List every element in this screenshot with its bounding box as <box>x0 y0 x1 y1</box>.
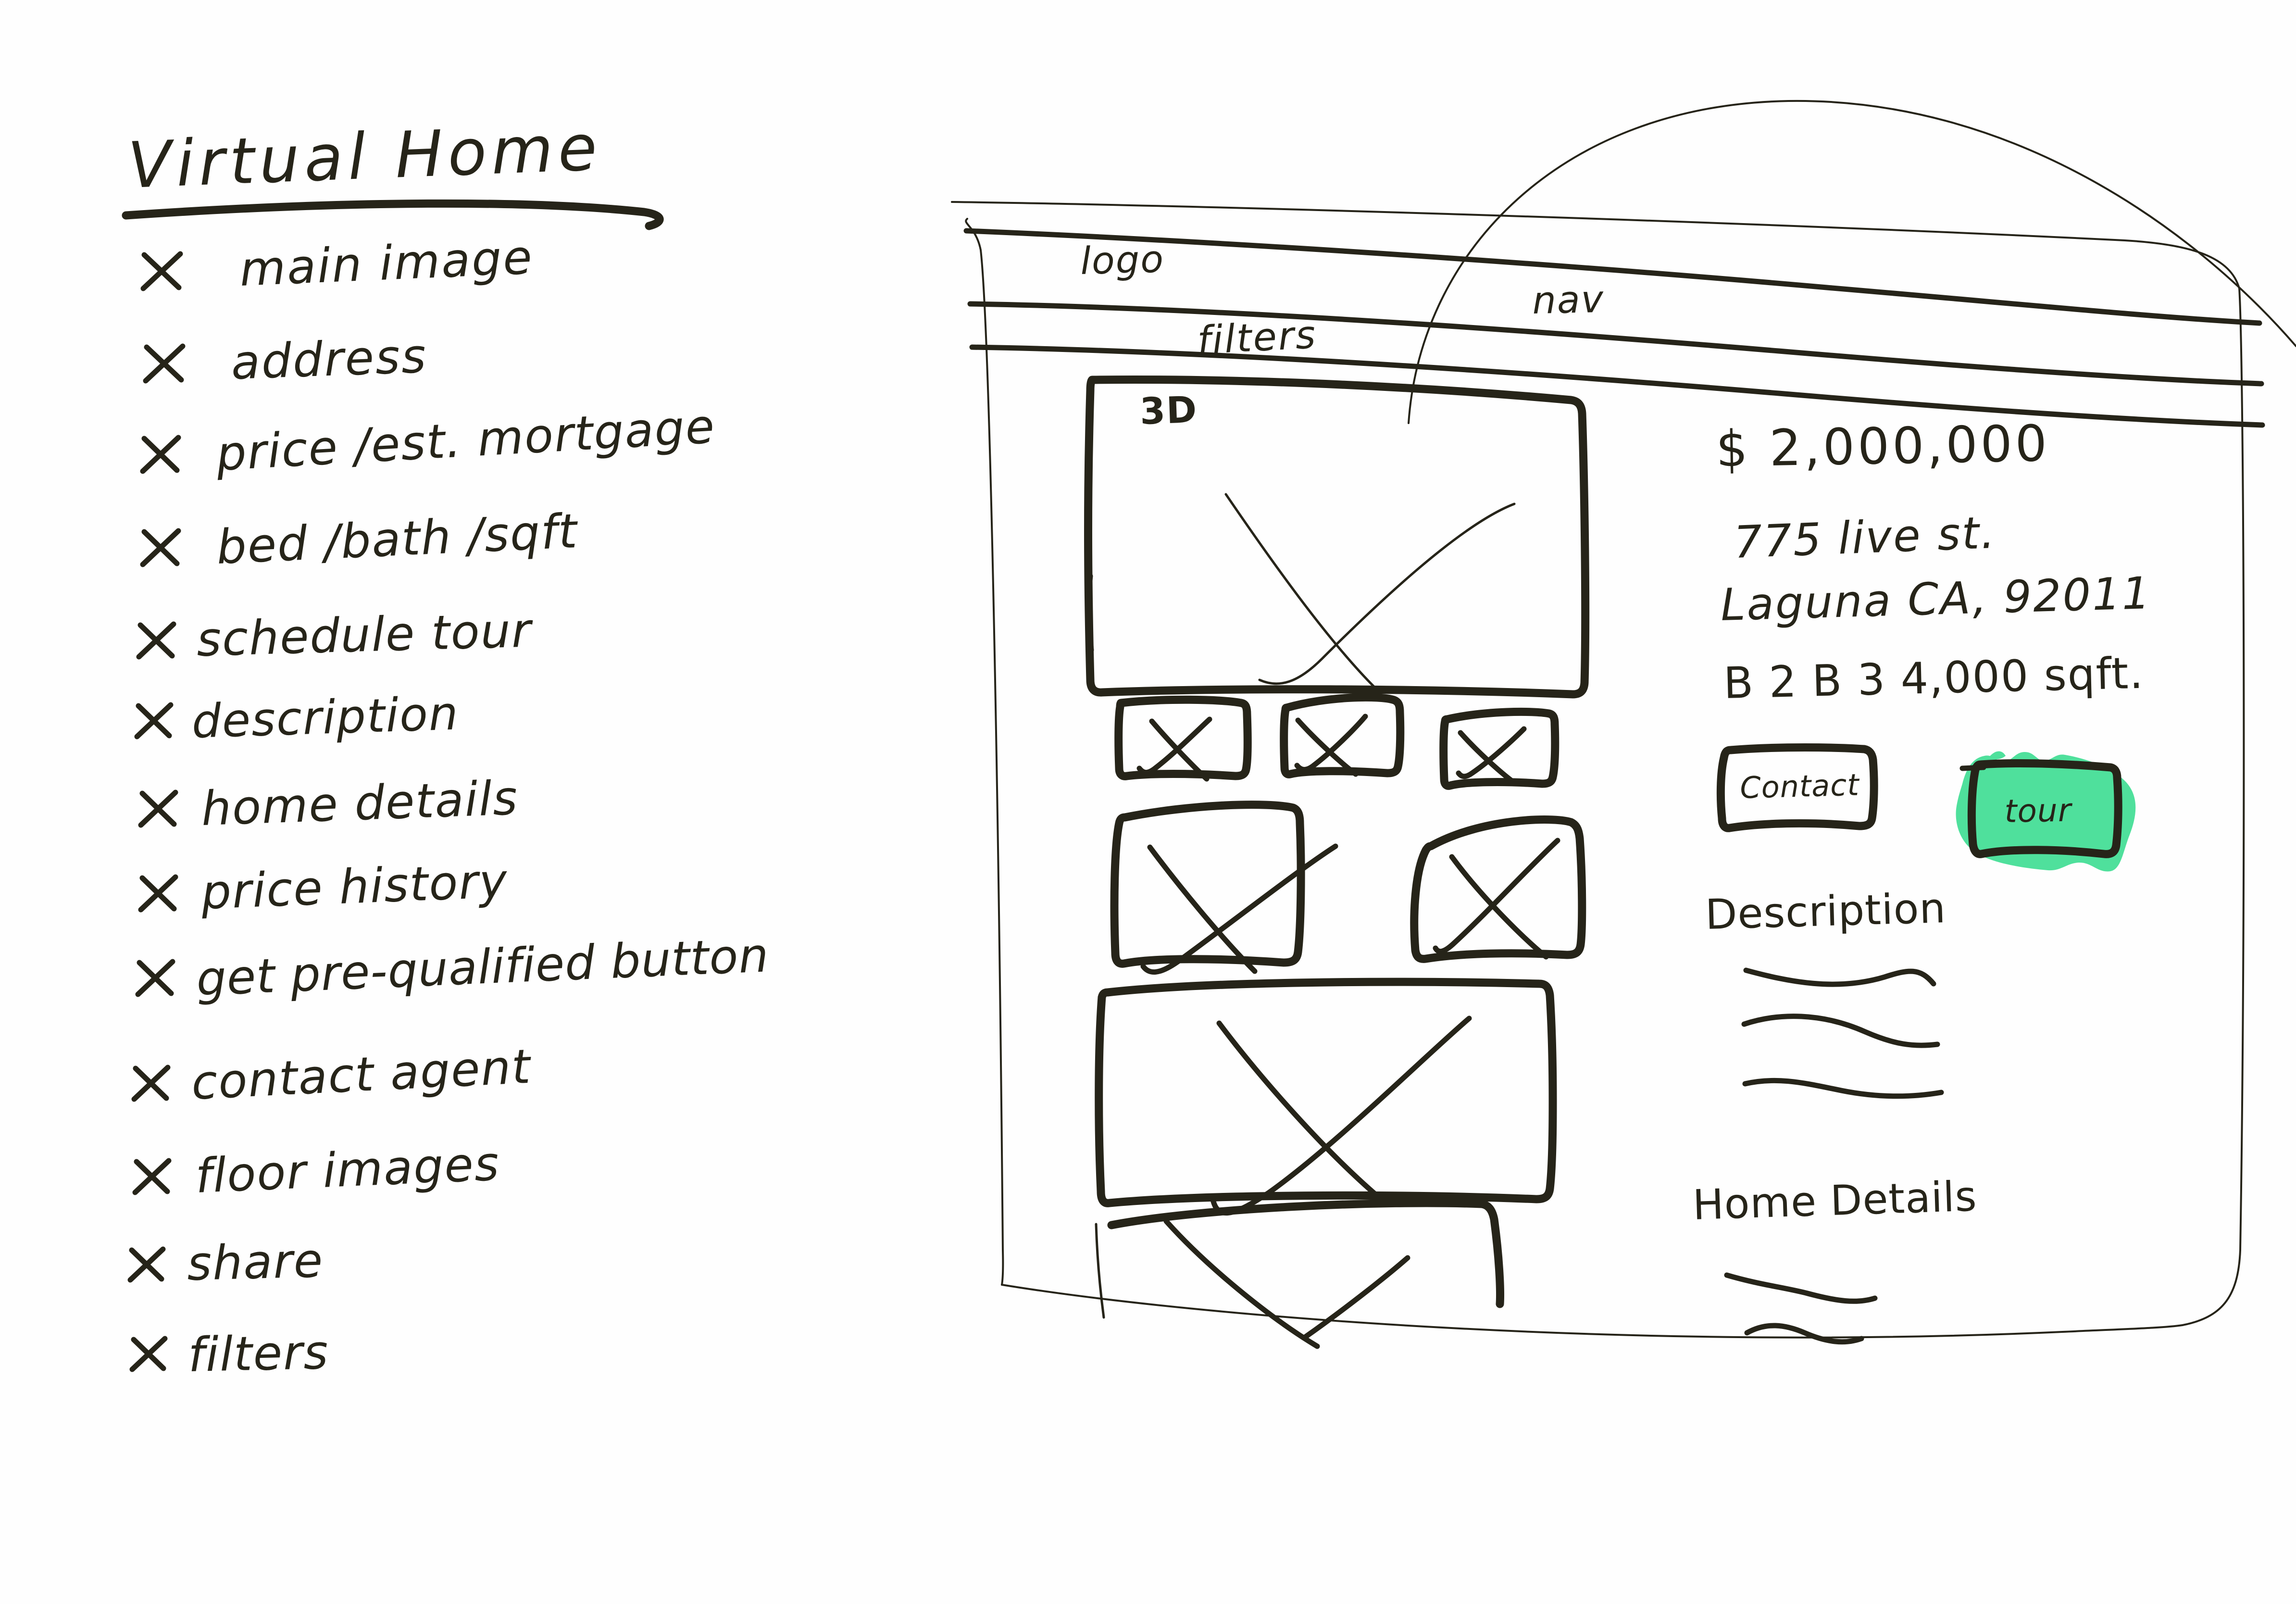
bullet-x-icon <box>138 789 178 828</box>
description-text-line <box>1741 1014 1940 1048</box>
description-section: Description <box>1705 884 1947 1099</box>
bullet-x-icon <box>134 702 174 739</box>
bullet-x-icon <box>132 1158 172 1195</box>
list-item-label: share <box>187 1233 324 1291</box>
bullet-x-icon <box>143 343 186 384</box>
description-text-line <box>1743 967 1936 987</box>
list-item: bed /bath /sqft <box>140 504 580 575</box>
home-details-heading: Home Details <box>1692 1172 1978 1229</box>
contact-button[interactable]: Contact <box>1716 743 1878 832</box>
list-item-label: contact agent <box>190 1039 533 1110</box>
wide-image-box <box>1095 977 1557 1207</box>
tour-button-highlight-whisker <box>1989 751 2006 760</box>
main-image-left-tick <box>1086 573 1094 653</box>
wireframe-sketch: Virtual Home main image address price /e… <box>122 100 2296 1383</box>
list-item-label: description <box>191 687 460 749</box>
clipped-image-left-edge <box>1095 1223 1105 1319</box>
title-underline <box>122 199 664 230</box>
home-details-text-line <box>1744 1323 1864 1345</box>
list-item: share <box>127 1233 324 1291</box>
window-frame-left-edge <box>965 218 1004 1286</box>
browser-wireframe: logo nav filters 3D $ 2,000,000 775 live… <box>951 100 2296 1349</box>
clipped-image-box-group[interactable] <box>1095 1199 1504 1349</box>
list-item: address <box>143 329 428 390</box>
window-frame-right-edge <box>2182 288 2245 1326</box>
list-item[interactable] <box>1114 695 1252 782</box>
filters-label: filters <box>1196 312 1318 363</box>
placeholder-x-icon <box>1449 854 1549 960</box>
tour-button[interactable]: tour <box>1956 751 2136 872</box>
list-item[interactable] <box>1439 707 1560 790</box>
wide-image-box-group[interactable] <box>1095 977 1557 1216</box>
bullet-x-icon <box>140 435 181 474</box>
list-item: floor images <box>132 1137 501 1204</box>
bullet-x-icon <box>127 1246 166 1283</box>
three-d-badge: 3D <box>1139 388 1198 433</box>
placeholder-x-icon <box>1224 493 1376 689</box>
logo-label: logo <box>1080 238 1165 283</box>
placeholder-x-icon <box>1210 1015 1472 1216</box>
placeholder-x-icon <box>1163 1218 1320 1349</box>
page-title: Virtual Home <box>126 111 603 203</box>
bullet-x-icon <box>138 874 178 913</box>
list-item-label: home details <box>200 771 519 837</box>
listing-price: $ 2,000,000 <box>1715 414 2050 478</box>
list-item-label: get pre-qualified button <box>195 928 770 1007</box>
list-item: contact agent <box>131 1039 533 1111</box>
bullet-x-icon <box>140 528 181 567</box>
list-item: home details <box>138 771 519 837</box>
list-item-label: address <box>230 329 428 390</box>
list-item-label: filters <box>187 1325 329 1383</box>
list-item: get pre-qualified button <box>135 928 770 1007</box>
bullet-x-icon <box>140 251 183 291</box>
tour-button-label: tour <box>2004 792 2073 830</box>
notes-panel: Virtual Home main image address price /e… <box>122 111 770 1383</box>
contact-button-label: Contact <box>1739 767 1860 805</box>
list-item[interactable] <box>1110 801 1338 975</box>
thumbnail-box <box>1114 695 1252 780</box>
header-divider-mid <box>967 301 2264 387</box>
list-item[interactable] <box>1280 693 1405 778</box>
list-item-label: price /est. mortgage <box>214 399 717 482</box>
placeholder-x-icon <box>1147 844 1258 974</box>
list-item-label: price history <box>200 854 509 920</box>
list-item: price history <box>138 854 509 920</box>
list-item: schedule tour <box>136 603 534 667</box>
clipped-image-box <box>1107 1199 1504 1308</box>
placeholder-x-icon <box>1216 1020 1387 1205</box>
listing-detail-column: $ 2,000,000 775 live st. Laguna CA, 9201… <box>1692 414 2152 1345</box>
list-item: filters <box>129 1325 329 1383</box>
list-item: price /est. mortgage <box>140 399 717 482</box>
list-item: description <box>134 687 460 749</box>
bullet-x-icon <box>135 959 175 997</box>
placeholder-x-icon <box>1456 726 1527 786</box>
thumbnail-row <box>1114 693 1560 790</box>
bullet-x-icon <box>136 621 176 660</box>
bullet-x-icon <box>131 1065 171 1102</box>
list-item[interactable] <box>1410 815 1586 963</box>
bullet-x-icon <box>129 1336 168 1372</box>
listing-address-line2: Laguna CA, 92011 <box>1720 567 2152 631</box>
tour-button-overshoot-stroke <box>1959 764 1986 771</box>
description-text-line <box>1742 1078 1944 1099</box>
main-image-placeholder[interactable]: 3D <box>1084 375 1590 699</box>
sketch-canvas: Virtual Home main image address price /e… <box>0 0 2296 1604</box>
medium-box-row <box>1110 801 1586 975</box>
list-item-label: schedule tour <box>196 603 534 667</box>
home-details-section: Home Details <box>1692 1172 1978 1345</box>
description-heading: Description <box>1705 884 1947 939</box>
nav-label: nav <box>1532 278 1605 323</box>
list-item: main image <box>140 230 535 297</box>
window-frame-bottom-edge <box>1001 1284 2184 1339</box>
listing-address-line1: 775 live st. <box>1733 507 1997 568</box>
listing-specs: B 2 B 3 4,000 sqft. <box>1723 648 2145 709</box>
list-item-label: floor images <box>194 1137 501 1204</box>
home-details-text-line <box>1724 1272 1878 1304</box>
list-item-label: main image <box>238 230 535 297</box>
placeholder-x-icon <box>1294 714 1368 777</box>
list-item-label: bed /bath /sqft <box>215 504 580 575</box>
